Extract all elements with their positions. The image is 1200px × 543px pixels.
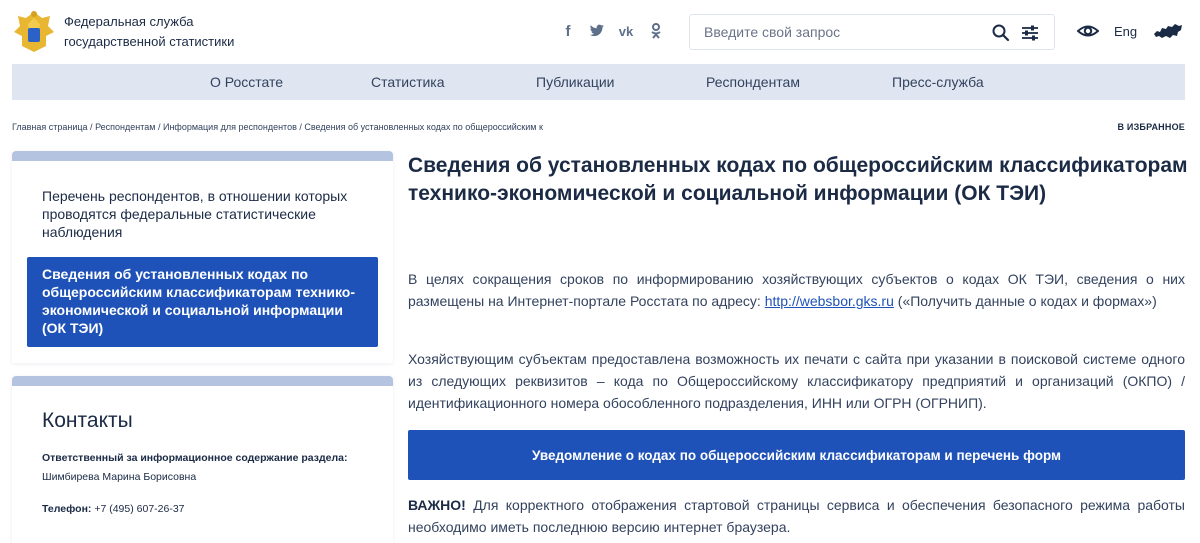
vk-icon[interactable]: vk bbox=[617, 22, 635, 40]
rosstat-emblem-icon[interactable] bbox=[12, 8, 56, 56]
facebook-icon[interactable]: f bbox=[559, 22, 577, 40]
nav-item-press[interactable]: Пресс-служба bbox=[892, 74, 984, 90]
intro-paragraph: В целях сокращения сроков по информирова… bbox=[408, 268, 1185, 312]
important-text: Для корректного отображения стартовой ст… bbox=[408, 497, 1185, 535]
notice-codes-button[interactable]: Уведомление о кодах по общероссийским кл… bbox=[408, 430, 1185, 480]
page-title: Сведения об установленных кодах по общер… bbox=[408, 154, 1188, 205]
breadcrumb-info[interactable]: Информация для респондентов bbox=[163, 122, 297, 132]
nav-item-statistics[interactable]: Статистика bbox=[371, 74, 445, 90]
search-input[interactable] bbox=[704, 15, 984, 49]
nav-item-publications[interactable]: Публикации bbox=[536, 74, 614, 90]
main-nav: О Росстате Статистика Публикации Респонд… bbox=[12, 64, 1185, 100]
breadcrumb-separator: / bbox=[87, 122, 96, 132]
org-name[interactable]: Федеральная служба государственной стати… bbox=[64, 12, 234, 52]
websbor-link[interactable]: http://websbor.gks.ru bbox=[765, 293, 894, 309]
search-icon[interactable] bbox=[991, 23, 1011, 43]
contact-responsible-name: Шимбирева Марина Борисовна bbox=[42, 471, 197, 483]
print-info-paragraph: Хозяйствующим субъектам предоставлена во… bbox=[408, 351, 1185, 411]
breadcrumb-separator: / bbox=[155, 122, 163, 132]
breadcrumb-home[interactable]: Главная страница bbox=[12, 122, 88, 132]
odnoklassniki-icon[interactable] bbox=[647, 22, 665, 40]
breadcrumb-respondents[interactable]: Респондентам bbox=[95, 122, 155, 132]
card-top-bar bbox=[12, 151, 393, 161]
filter-settings-icon[interactable] bbox=[1020, 23, 1040, 43]
language-switch[interactable]: Eng bbox=[1114, 24, 1137, 39]
twitter-icon[interactable] bbox=[588, 22, 606, 40]
contacts-title: Контакты bbox=[42, 409, 133, 432]
russia-map-icon[interactable] bbox=[1153, 22, 1183, 40]
contact-phone-label: Телефон: bbox=[42, 503, 92, 515]
contact-responsible-label: Ответственный за информационное содержан… bbox=[42, 452, 348, 464]
contact-phone: Телефон: +7 (495) 607-26-37 bbox=[42, 500, 372, 519]
sidebar-menu-card: Перечень респондентов, в отношении котор… bbox=[12, 151, 393, 363]
nav-item-about[interactable]: О Росстате bbox=[210, 74, 283, 90]
sidebar-item-ok-tei-active[interactable]: Сведения об установленных кодах по общер… bbox=[27, 257, 378, 347]
add-to-favorites-link[interactable]: В ИЗБРАННОЕ bbox=[1118, 122, 1186, 132]
accessibility-eye-icon[interactable] bbox=[1077, 22, 1099, 40]
contact-responsible: Ответственный за информационное содержан… bbox=[42, 449, 372, 487]
contact-phone-value[interactable]: +7 (495) 607-26-37 bbox=[94, 503, 184, 515]
intro-text-after: («Получить данные о кодах и формах») bbox=[893, 293, 1157, 309]
nav-item-respondents[interactable]: Респондентам bbox=[706, 74, 800, 90]
org-name-line2: государственной статистики bbox=[64, 34, 235, 49]
breadcrumb: Главная страница / Респондентам / Информ… bbox=[12, 122, 543, 132]
contacts-card: Контакты Ответственный за информационное… bbox=[12, 376, 393, 543]
sidebar-item-respondents-list[interactable]: Перечень респондентов, в отношении котор… bbox=[42, 187, 372, 241]
org-name-line1: Федеральная служба bbox=[64, 14, 194, 29]
site-header: Федеральная служба государственной стати… bbox=[0, 0, 1200, 64]
breadcrumb-current: Сведения об установленных кодах по общер… bbox=[304, 122, 543, 132]
card-top-bar bbox=[12, 376, 393, 386]
search-box bbox=[689, 14, 1055, 50]
important-label: ВАЖНО! bbox=[408, 497, 466, 513]
important-notice: ВАЖНО! Для корректного отображения старт… bbox=[408, 494, 1185, 538]
